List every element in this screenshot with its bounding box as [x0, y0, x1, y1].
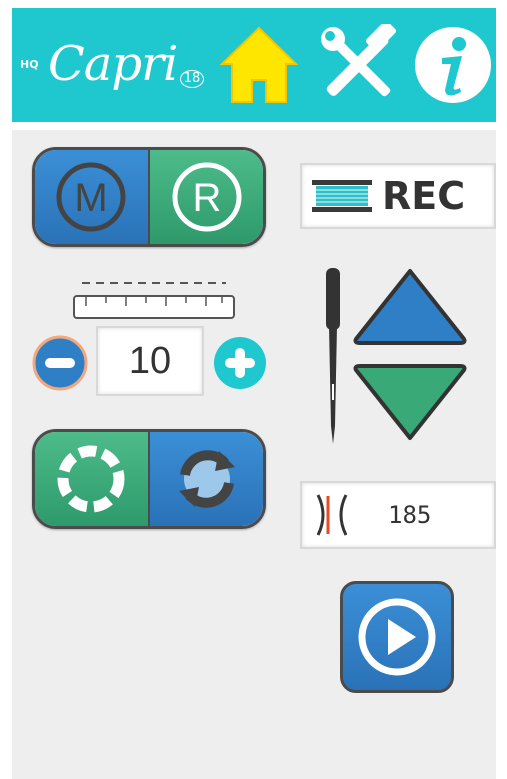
- info-button[interactable]: [412, 24, 494, 106]
- needle-up-button[interactable]: [350, 265, 470, 347]
- triangle-down-icon: [353, 364, 467, 440]
- info-icon: [415, 27, 491, 103]
- single-cycle-button[interactable]: [35, 432, 148, 526]
- play-button[interactable]: [340, 581, 454, 693]
- stitch-length-value[interactable]: 10: [96, 326, 204, 396]
- stitch-icon: [316, 494, 348, 536]
- decrease-button[interactable]: [32, 335, 88, 391]
- ruler-icon: [73, 282, 235, 319]
- brand-name: Capri: [48, 36, 178, 92]
- home-icon: [219, 26, 299, 103]
- tools-icon: [321, 20, 397, 97]
- minus-icon: [32, 335, 88, 391]
- header-bar: HQ Capri 18: [12, 8, 496, 122]
- thread-spool-icon: [312, 180, 372, 212]
- regulated-mode-label: R: [192, 176, 221, 220]
- control-panel: M R 10 REC 185: [12, 130, 496, 779]
- record-label: REC: [382, 174, 466, 218]
- dashed-circle-icon: [57, 445, 125, 513]
- needle-down-button[interactable]: [350, 362, 470, 444]
- brand-prefix: HQ: [20, 58, 39, 71]
- triangle-up-icon: [353, 269, 467, 345]
- continuous-cycle-button[interactable]: [150, 432, 263, 526]
- manual-mode-button[interactable]: M: [35, 150, 148, 244]
- stitch-counter: 185: [300, 481, 496, 549]
- tools-button[interactable]: [318, 20, 400, 106]
- plus-icon: [214, 337, 266, 389]
- stitch-count: 185: [388, 501, 432, 529]
- needle-mode-toggle: [32, 429, 266, 529]
- manual-mode-icon: M: [56, 162, 126, 232]
- refresh-icon: [178, 450, 235, 508]
- record-button[interactable]: REC: [300, 163, 496, 229]
- regulated-mode-button[interactable]: R: [150, 150, 263, 244]
- brand-number: 18: [180, 70, 204, 88]
- home-button[interactable]: [218, 24, 300, 106]
- needle-icon: [326, 268, 340, 444]
- mode-toggle: M R: [32, 147, 266, 247]
- play-icon: [358, 598, 436, 676]
- manual-mode-label: M: [75, 176, 108, 220]
- regulated-mode-icon: R: [172, 162, 242, 232]
- increase-button[interactable]: [212, 335, 268, 391]
- brand-logo: HQ Capri 18: [18, 30, 218, 100]
